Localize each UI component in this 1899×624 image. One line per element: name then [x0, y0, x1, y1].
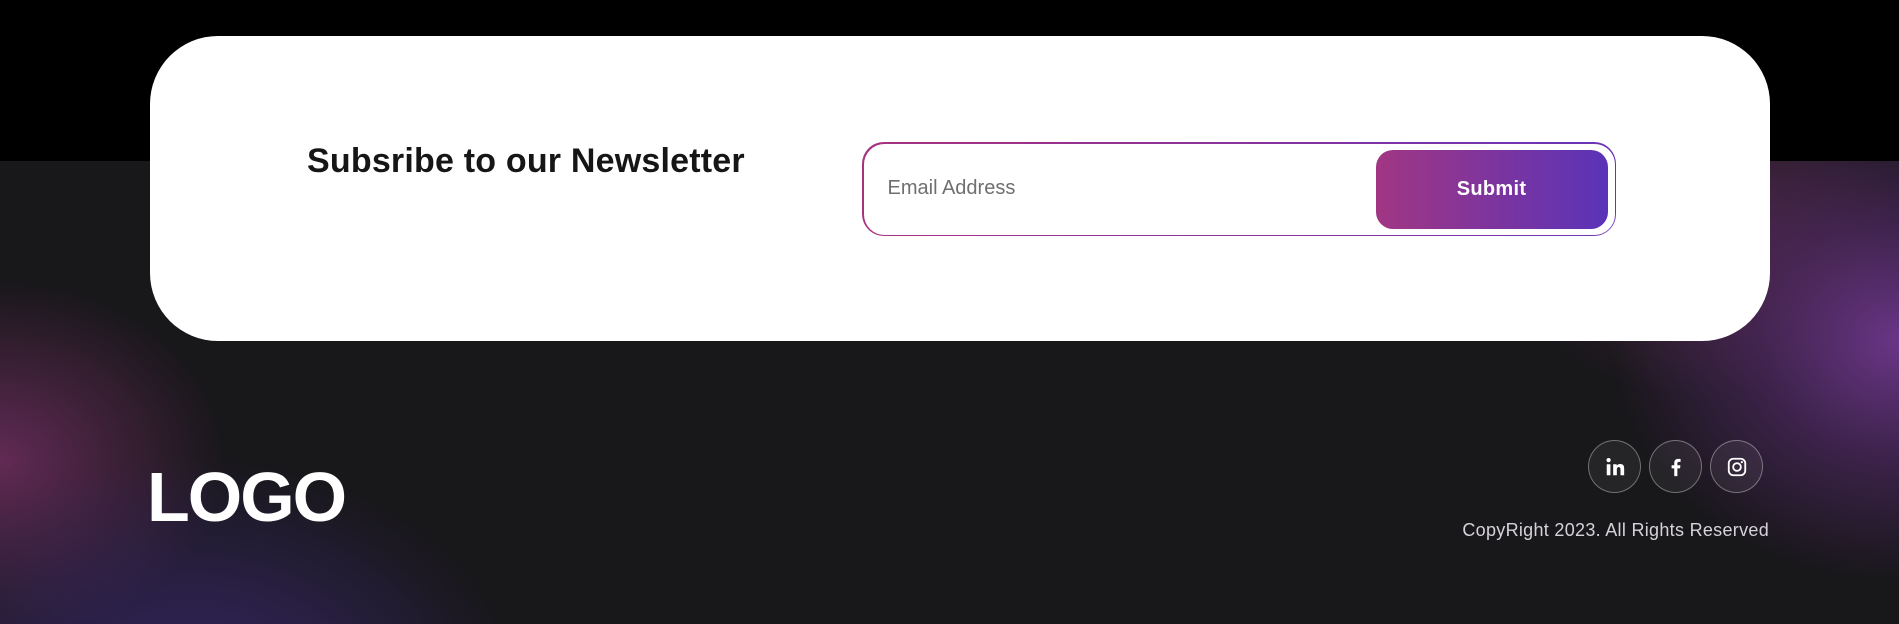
instagram-link[interactable]	[1710, 440, 1763, 493]
social-links	[1588, 440, 1763, 493]
linkedin-link[interactable]	[1588, 440, 1641, 493]
submit-button[interactable]: Submit	[1375, 150, 1608, 229]
newsletter-form-inner: Submit	[863, 143, 1615, 235]
newsletter-title: Subsribe to our Newsletter	[307, 142, 745, 180]
facebook-link[interactable]	[1649, 440, 1702, 493]
linkedin-icon	[1604, 456, 1626, 478]
copyright-text: CopyRight 2023. All Rights Reserved	[1462, 520, 1769, 540]
instagram-icon	[1726, 456, 1748, 478]
newsletter-form: Submit	[862, 142, 1616, 236]
page: Subsribe to our Newsletter Submit LOGO	[0, 0, 1899, 624]
facebook-icon	[1665, 456, 1687, 478]
email-input[interactable]	[887, 165, 1358, 212]
newsletter-card: Subsribe to our Newsletter Submit	[150, 36, 1770, 341]
footer-logo[interactable]: LOGO	[147, 462, 347, 532]
